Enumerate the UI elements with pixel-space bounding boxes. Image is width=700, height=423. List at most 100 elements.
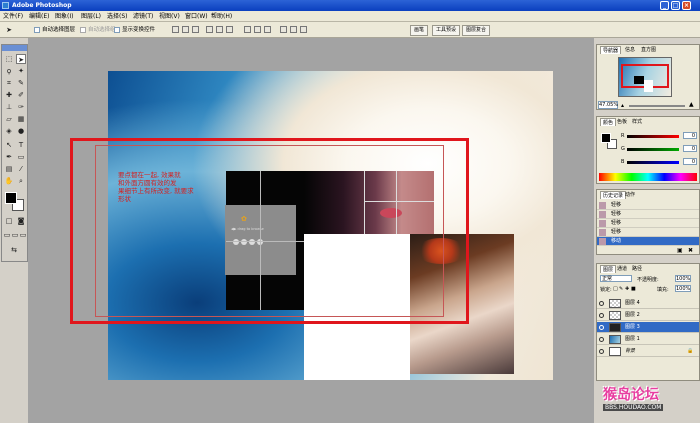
align-left-icon[interactable] <box>206 26 213 33</box>
channel-b-slider[interactable] <box>627 161 679 164</box>
history-item[interactable]: 轻移 <box>597 201 699 210</box>
channel-r-value[interactable]: 0 <box>683 132 697 139</box>
blur-tool-icon[interactable]: ◈ <box>4 126 14 136</box>
distribute-right-icon[interactable] <box>300 26 307 33</box>
menu-help[interactable]: 帮助(H) <box>211 13 232 20</box>
tab-tool-presets[interactable]: 工具预设 <box>432 25 461 36</box>
align-vcenter-icon[interactable] <box>182 26 189 33</box>
tab-paths[interactable]: 路径 <box>630 265 644 273</box>
align-top-icon[interactable] <box>172 26 179 33</box>
channel-b-value[interactable]: 0 <box>683 158 697 165</box>
distribute-hcenter-icon[interactable] <box>290 26 297 33</box>
layer-row[interactable]: 图层 1 <box>597 334 699 345</box>
pen-tool-icon[interactable]: ✒ <box>4 152 14 162</box>
visibility-eye-icon[interactable] <box>599 301 604 306</box>
menu-image[interactable]: 图象(I) <box>55 13 73 20</box>
maximize-button[interactable]: □ <box>671 1 680 10</box>
distribute-vcenter-icon[interactable] <box>254 26 261 33</box>
slice-tool-icon[interactable]: ✎ <box>16 78 26 88</box>
menu-view[interactable]: 视图(V) <box>159 13 180 20</box>
auto-select-group-checkbox[interactable] <box>80 27 86 33</box>
type-tool-icon[interactable]: T <box>16 140 26 150</box>
tab-brushes[interactable]: 画笔 <box>410 25 429 36</box>
tab-styles[interactable]: 样式 <box>630 118 644 126</box>
eraser-tool-icon[interactable]: ▱ <box>4 114 14 124</box>
lock-transparency-icon[interactable]: □ <box>613 286 618 292</box>
tab-swatches[interactable]: 色板 <box>615 118 629 126</box>
color-ramp[interactable] <box>599 173 697 181</box>
auto-select-layer-checkbox[interactable] <box>34 27 40 33</box>
visibility-eye-icon[interactable] <box>599 337 604 342</box>
lasso-tool-icon[interactable]: ϙ <box>4 66 14 76</box>
delete-state-icon[interactable]: ✖ <box>688 247 693 254</box>
distribute-bottom-icon[interactable] <box>264 26 271 33</box>
move-tool-preset-icon[interactable]: ➤ <box>4 25 14 35</box>
move-tool-icon[interactable]: ➤ <box>16 54 26 64</box>
shape-tool-icon[interactable]: ▭ <box>16 152 26 162</box>
distribute-top-icon[interactable] <box>244 26 251 33</box>
layer-row[interactable]: 背景 🔒 <box>597 346 699 357</box>
standard-mode-icon[interactable]: □ <box>4 216 14 226</box>
zoom-field[interactable]: 47.05% <box>598 101 618 109</box>
visibility-eye-icon[interactable] <box>599 325 604 330</box>
distribute-left-icon[interactable] <box>280 26 287 33</box>
menu-filter[interactable]: 滤镜(T) <box>133 13 153 20</box>
lock-position-icon[interactable]: ✚ <box>625 286 629 292</box>
zoom-tool-icon[interactable]: ⌕ <box>16 176 26 186</box>
show-transform-checkbox[interactable] <box>114 27 120 33</box>
menu-edit[interactable]: 编辑(E) <box>29 13 49 20</box>
zoom-in-icon[interactable]: ▲ <box>689 101 694 108</box>
tab-layer-comps[interactable]: 图层复合 <box>462 25 491 36</box>
channel-g-value[interactable]: 0 <box>683 145 697 152</box>
visibility-eye-icon[interactable] <box>599 313 604 318</box>
magic-wand-icon[interactable]: ✦ <box>16 66 26 76</box>
crop-tool-icon[interactable]: ⌗ <box>4 78 14 88</box>
align-bottom-icon[interactable] <box>192 26 199 33</box>
path-select-icon[interactable]: ↖ <box>4 140 14 150</box>
navigator-thumbnail[interactable] <box>618 57 672 97</box>
history-item[interactable]: 轻移 <box>597 210 699 219</box>
fill-field[interactable]: 100% <box>675 285 691 292</box>
healing-brush-icon[interactable]: ✚ <box>4 90 14 100</box>
tab-histogram[interactable]: 直方图 <box>639 46 658 54</box>
lock-pixels-icon[interactable]: ✎ <box>619 286 623 292</box>
menu-file[interactable]: 文件(F) <box>3 13 23 20</box>
tab-color[interactable]: 颜色 <box>600 118 617 126</box>
menu-layer[interactable]: 图层(L) <box>81 13 101 20</box>
align-hcenter-icon[interactable] <box>216 26 223 33</box>
history-item[interactable]: 轻移 <box>597 228 699 237</box>
align-right-icon[interactable] <box>226 26 233 33</box>
history-brush-icon[interactable]: ✑ <box>16 102 26 112</box>
layer-row[interactable]: 图层 2 <box>597 310 699 321</box>
channel-r-slider[interactable] <box>627 135 679 138</box>
tab-actions[interactable]: 动作 <box>623 191 637 199</box>
gradient-tool-icon[interactable]: ▦ <box>16 114 26 124</box>
screen-mode-menu-icon[interactable]: ▭ <box>11 230 19 240</box>
tab-channels[interactable]: 通道 <box>615 265 629 273</box>
opacity-field[interactable]: 100% <box>675 275 691 282</box>
brush-tool-icon[interactable]: ✐ <box>16 90 26 100</box>
clone-stamp-icon[interactable]: ⊥ <box>4 102 14 112</box>
screen-mode-standard-icon[interactable]: ▭ <box>3 230 11 240</box>
tab-navigator[interactable]: 导航器 <box>600 46 622 54</box>
blend-mode-select[interactable]: 正常 <box>600 275 632 282</box>
visibility-eye-icon[interactable] <box>599 349 604 354</box>
zoom-slider[interactable] <box>629 105 685 107</box>
history-item[interactable]: 轻移 <box>597 219 699 228</box>
layer-row-selected[interactable]: 图层 3 <box>597 322 699 333</box>
marquee-tool-icon[interactable]: ⬚ <box>4 54 14 64</box>
eyedropper-icon[interactable]: ⁄ <box>16 164 26 174</box>
minimize-button[interactable]: _ <box>660 1 669 10</box>
notes-tool-icon[interactable]: ▤ <box>4 164 14 174</box>
history-item-selected[interactable]: 移动 <box>597 237 699 246</box>
dodge-tool-icon[interactable]: ● <box>16 126 26 136</box>
jump-to-imageready-icon[interactable]: ⇆ <box>9 245 19 255</box>
hand-tool-icon[interactable]: ✋ <box>4 176 14 186</box>
tab-info[interactable]: 信息 <box>623 46 637 54</box>
menu-window[interactable]: 窗口(W) <box>185 13 208 20</box>
lock-all-icon[interactable]: ■ <box>631 286 636 292</box>
new-snapshot-icon[interactable]: ▣ <box>677 247 683 254</box>
layer-row[interactable]: 图层 4 <box>597 298 699 309</box>
close-button[interactable]: × <box>682 1 691 10</box>
menu-select[interactable]: 选择(S) <box>107 13 128 20</box>
